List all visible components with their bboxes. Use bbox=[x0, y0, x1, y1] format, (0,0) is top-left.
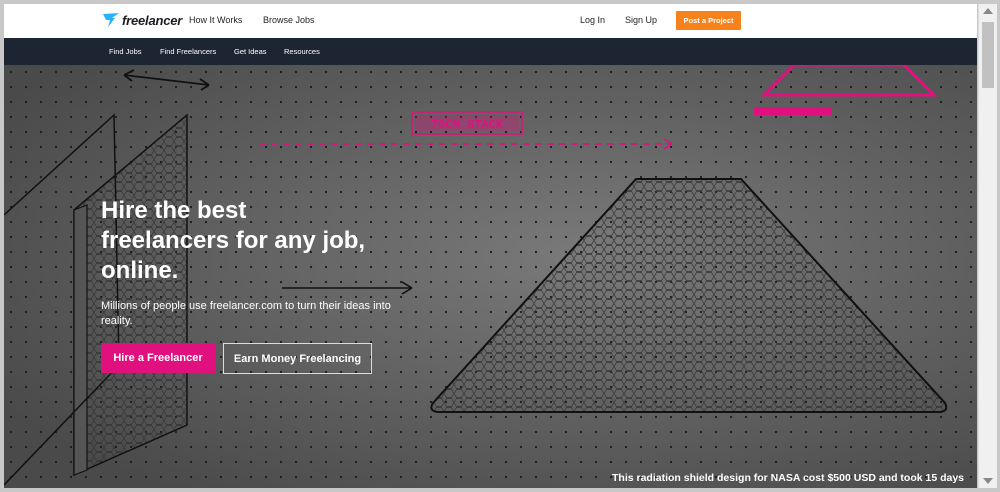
headline-line-2: freelancers for any job, bbox=[101, 227, 366, 254]
post-project-button[interactable]: Post a Project bbox=[676, 11, 741, 30]
freelancer-logo[interactable]: freelancer bbox=[102, 12, 182, 28]
sub-navigation: Find Jobs Find Freelancers Get Ideas Res… bbox=[4, 38, 977, 65]
hero-section: 75CM STACK Hire the best freelancers for… bbox=[4, 65, 977, 488]
subnav-get-ideas[interactable]: Get Ideas bbox=[234, 47, 267, 56]
subnav-resources[interactable]: Resources bbox=[284, 47, 320, 56]
earn-money-button[interactable]: Earn Money Freelancing bbox=[223, 343, 372, 374]
vertical-scrollbar[interactable] bbox=[978, 4, 997, 488]
hire-freelancer-button[interactable]: Hire a Freelancer bbox=[101, 343, 215, 373]
hero-headline: Hire the best freelancers for any job, o… bbox=[101, 196, 421, 286]
sketch-label: 75CM STACK bbox=[431, 118, 504, 132]
subnav-find-jobs[interactable]: Find Jobs bbox=[109, 47, 142, 56]
signup-link[interactable]: Sign Up bbox=[625, 15, 657, 25]
headline-line-1: Hire the best bbox=[101, 197, 247, 224]
nav-how-it-works[interactable]: How It Works bbox=[189, 15, 242, 25]
logo-text: freelancer bbox=[122, 12, 183, 28]
login-link[interactable]: Log In bbox=[580, 15, 605, 25]
top-header: freelancer How It Works Browse Jobs Log … bbox=[4, 4, 977, 38]
freelancer-bird-icon bbox=[103, 13, 119, 27]
scroll-down-arrow-icon[interactable] bbox=[983, 478, 993, 484]
scroll-up-arrow-icon[interactable] bbox=[983, 8, 993, 14]
browser-viewport: freelancer How It Works Browse Jobs Log … bbox=[4, 4, 977, 488]
hero-caption: This radiation shield design for NASA co… bbox=[612, 472, 965, 484]
subnav-find-freelancers[interactable]: Find Freelancers bbox=[160, 47, 216, 56]
hero-subhead: Millions of people use freelancer.com to… bbox=[101, 300, 391, 327]
scroll-thumb[interactable] bbox=[982, 22, 994, 88]
headline-line-3: online. bbox=[101, 257, 179, 284]
nav-browse-jobs[interactable]: Browse Jobs bbox=[263, 15, 315, 25]
